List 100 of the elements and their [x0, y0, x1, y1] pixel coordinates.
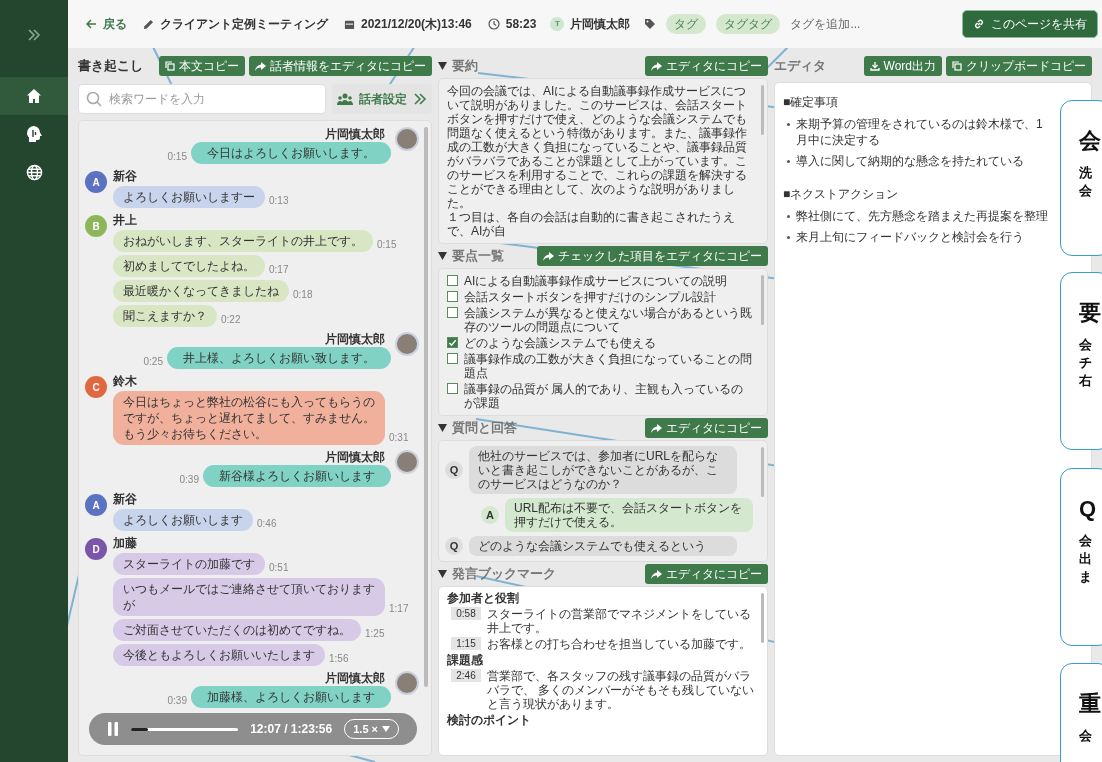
- timestamp-chip[interactable]: 0:58: [451, 607, 481, 620]
- scrollbar[interactable]: [761, 275, 764, 325]
- pause-button[interactable]: [107, 722, 119, 736]
- message-bubble: いつもメールではご連絡させて頂いておりますが: [113, 578, 385, 616]
- message-time: 0:18: [293, 288, 313, 302]
- copy-to-editor-button[interactable]: エディタにコピー: [645, 56, 768, 76]
- nav-item[interactable]: [0, 77, 68, 115]
- timestamp-chip[interactable]: 2:46: [451, 669, 481, 682]
- copy-to-editor-button[interactable]: エディタにコピー: [645, 564, 768, 584]
- section-title: 質問と回答: [452, 419, 517, 438]
- key-point-text: 議事録の品質が 属人的であり、主観も入っているのが課題: [464, 382, 745, 410]
- people-icon: [337, 92, 353, 106]
- copy-speakers-button[interactable]: 話者情報をエディタにコピー: [249, 56, 432, 76]
- key-point-text: 会議システムが異なると使えない場合があるという既存のツールの問題点について: [464, 306, 753, 334]
- message-time: 0:51: [269, 561, 289, 575]
- scrollbar[interactable]: [761, 447, 764, 497]
- bookmark-heading: 参加者と役割: [447, 591, 520, 605]
- expand-icon[interactable]: [27, 29, 41, 41]
- share-arrow-icon: [651, 61, 662, 71]
- bookmark-text: 営業部で、各スタッフの残す議事録の品質がバラバラで、 多くのメンバーがそもそも残していないと言う現状があります。: [487, 669, 755, 711]
- message-bubble: よろしくお願いしますー: [113, 186, 265, 208]
- editor-heading: ■確定事項: [783, 94, 840, 111]
- calendar-icon: [344, 18, 355, 30]
- chevron-icon: [413, 93, 427, 105]
- share-arrow-icon: [651, 569, 662, 579]
- speaker-settings-button[interactable]: 話者設定: [332, 84, 432, 114]
- speaker-name: 加藤: [113, 536, 138, 550]
- callout-text: 右: [1079, 373, 1093, 389]
- message-time: 0:25: [143, 355, 163, 369]
- message-bubble: 今後ともよろしくお願いいたします: [113, 644, 325, 666]
- answer-bubble: URL配布は不要で、会話スタートボタンを押すだけで使える。: [505, 498, 753, 532]
- clock-icon: [487, 18, 500, 30]
- timestamp-chip[interactable]: 1:15: [451, 637, 481, 650]
- pencil-icon: [143, 18, 154, 30]
- scrollbar[interactable]: [761, 593, 764, 643]
- progress-track[interactable]: [131, 727, 239, 731]
- checkbox[interactable]: [447, 307, 458, 318]
- scrollbar[interactable]: [761, 85, 764, 135]
- avatar-photo: [395, 332, 419, 356]
- checkbox[interactable]: [447, 291, 458, 302]
- checkbox[interactable]: [447, 275, 458, 286]
- panel-title: 書き起こし: [78, 57, 143, 76]
- qa-mark: Q: [445, 461, 463, 479]
- tag-icon: [644, 18, 657, 30]
- panel-title: エディタ: [774, 57, 826, 76]
- share-button[interactable]: このページを共有: [962, 10, 1098, 38]
- home-icon: [26, 88, 42, 104]
- copy-icon: [952, 61, 962, 71]
- search-icon: [86, 91, 102, 107]
- owner-name: 片岡慎太郎: [570, 16, 631, 33]
- message-bubble: ご対面させていただくのは初めてですね。: [113, 619, 361, 641]
- collapse-triangle-icon[interactable]: [438, 252, 447, 260]
- owner-avatar: T: [550, 17, 565, 31]
- copy-icon: [165, 61, 175, 71]
- copy-to-editor-button[interactable]: エディタにコピー: [645, 418, 768, 438]
- back-link[interactable]: 戻る: [86, 15, 127, 33]
- callout-text: 会: [1079, 533, 1093, 549]
- copy-text-button[interactable]: 本文コピー: [159, 56, 245, 76]
- meeting-title: クライアント定例ミーティング: [160, 16, 328, 33]
- question-bubble: 他社のサービスでは、参加者にURLを配らないと書き起こしができないことがあるが、このサービスはどうなのか？: [469, 446, 737, 494]
- clipboard-copy-button[interactable]: クリップボードコピー: [946, 56, 1092, 76]
- message-time: 1:17: [389, 602, 409, 616]
- meeting-date: 2021/12/20(木)13:46: [361, 16, 472, 33]
- word-export-button[interactable]: Word出力: [863, 56, 942, 76]
- speaker-name: 新谷: [113, 169, 138, 183]
- search-field[interactable]: 検索ワードを入力: [78, 84, 326, 114]
- checkbox[interactable]: [447, 383, 458, 394]
- bookmark-text: お客様との打ち合わせを担当している加藤です。: [487, 637, 751, 651]
- add-tag-field[interactable]: タグを追加...: [790, 15, 861, 33]
- callout-text: 出: [1079, 551, 1093, 567]
- editor-bullet-text: 導入に関して納期的な懸念を持たれている: [796, 153, 1024, 169]
- message-time: 0:46: [257, 517, 277, 531]
- collapse-triangle-icon[interactable]: [438, 570, 447, 578]
- avatar: B: [85, 215, 107, 237]
- copy-checked-button[interactable]: チェックした項目をエディタにコピー: [537, 246, 768, 266]
- checkbox[interactable]: [447, 353, 458, 364]
- qa-mark: A: [481, 506, 499, 524]
- callout-text: 洗: [1079, 165, 1093, 181]
- playback-time: 12:07 / 1:23:56: [250, 721, 333, 738]
- message-time: 0:39: [167, 694, 187, 708]
- message-bubble: 加藤様、よろしくお願いします: [191, 686, 391, 708]
- message-time: 0:22: [221, 313, 241, 327]
- callout-text: 会: [1079, 183, 1093, 199]
- collapse-triangle-icon[interactable]: [438, 424, 447, 432]
- tag-chip[interactable]: タグタグ: [716, 14, 781, 34]
- editor-heading: ■ネクストアクション: [783, 186, 900, 203]
- collapse-triangle-icon[interactable]: [438, 62, 447, 70]
- section-title: 要約: [452, 57, 478, 76]
- share-arrow-icon: [255, 61, 266, 71]
- summary-text: 今回の会議では、AIによる自動議事録作成サービスについて説明がありました。このサービスは、会話スタートボタンを押すだけで使え、どのような会議システムでも問題なく使えるという特徴があります。また、議事録作成の工数が大きく負担になっていることや、議事録品質がバラバラであることが課題として上がっています。このサービスを利用することで、これらの課題を解決することができる理由として、次のような説明がありました。: [447, 84, 748, 210]
- checkbox[interactable]: [447, 337, 458, 348]
- summary-text: １つ目は、各自の会話は自動的に書き起こされたうえで、AIが自: [447, 210, 736, 238]
- avatar: A: [85, 171, 107, 193]
- avatar: C: [85, 376, 107, 398]
- message-time: 0:15: [167, 150, 187, 164]
- tag-chip[interactable]: タグ: [666, 14, 707, 34]
- key-point-text: 議事録作成の工数が大きく負担になっていることの問題点: [464, 352, 753, 380]
- message-bubble: 最近暖かくなってきましたね: [113, 280, 289, 302]
- scrollbar[interactable]: [424, 127, 428, 687]
- speaker-name: 片岡慎太郎: [325, 332, 385, 346]
